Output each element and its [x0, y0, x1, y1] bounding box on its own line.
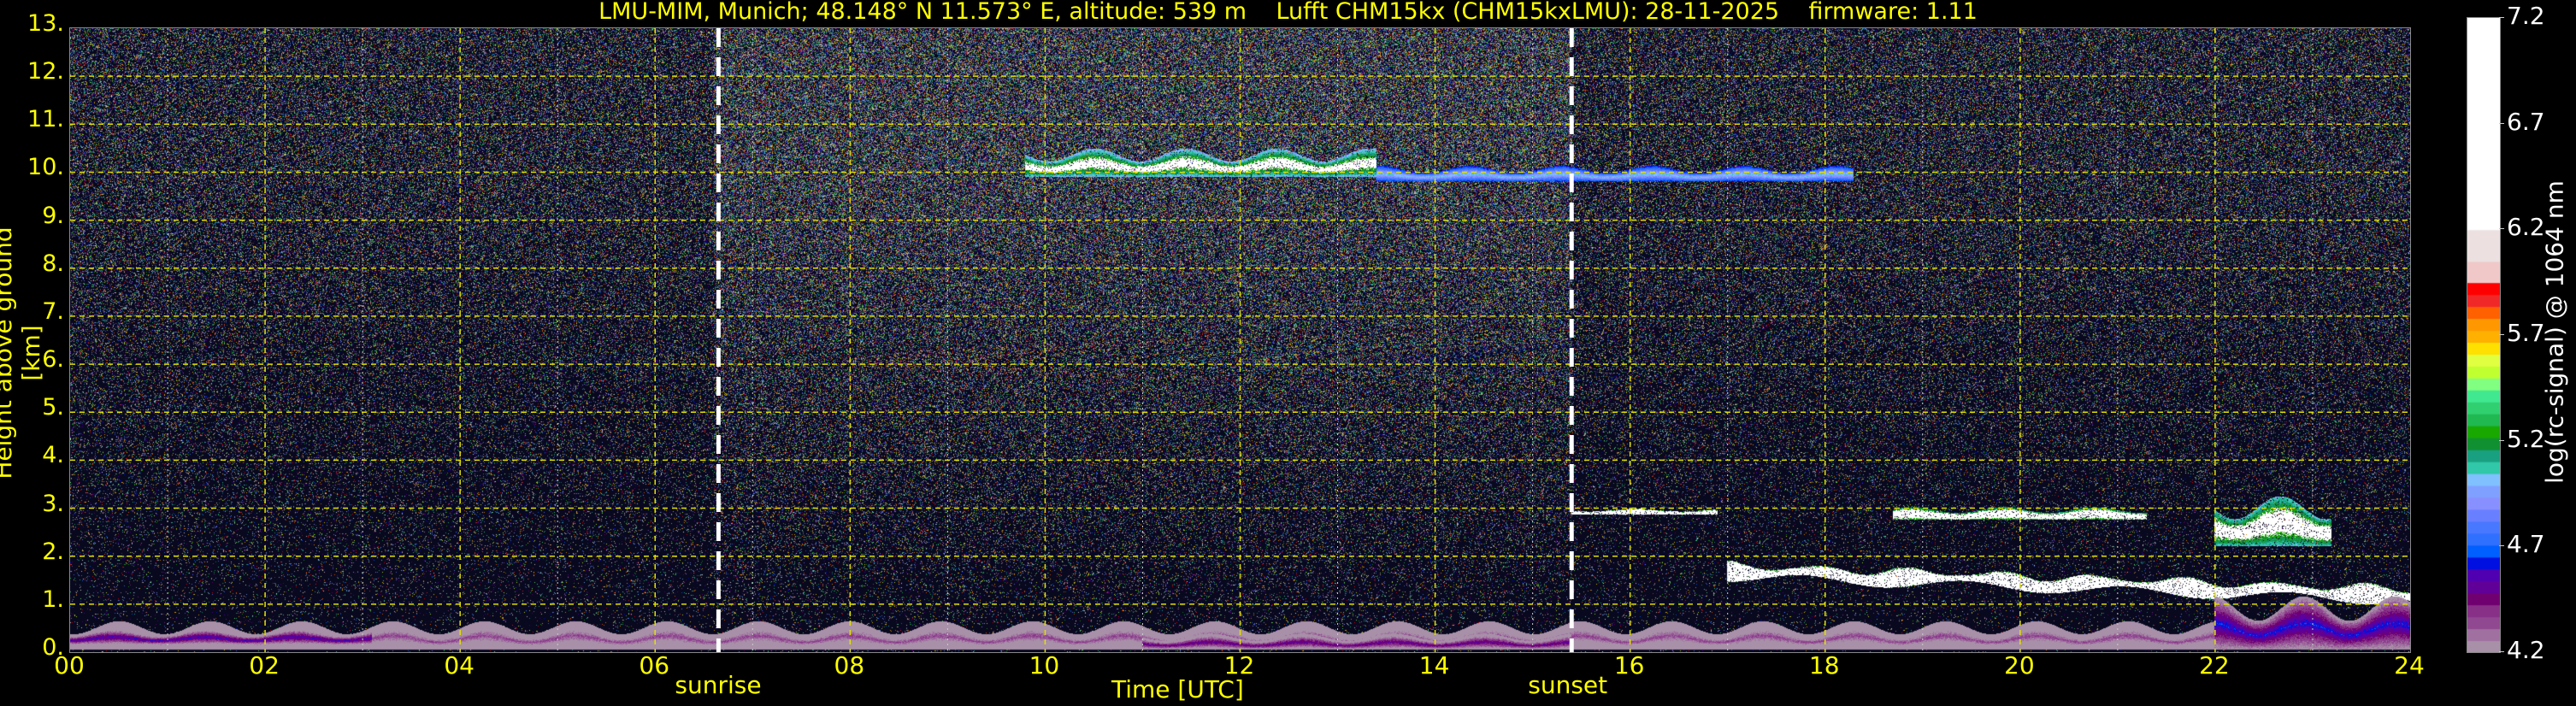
colorbar-tick-label: 6.2 [2507, 213, 2545, 242]
colorbar-tick-mark [2499, 439, 2504, 441]
sunrise-label: sunrise [675, 671, 762, 699]
y-tick-label: 2. [42, 538, 64, 565]
x-tick-label: 06 [639, 651, 670, 680]
colorbar-tick-mark [2499, 17, 2504, 18]
colorbar-tick-label: 6.7 [2507, 107, 2545, 136]
y-tick-label: 12. [27, 58, 64, 85]
colorbar-tick-label: 5.7 [2507, 319, 2545, 347]
x-tick-label: 10 [1029, 651, 1060, 680]
y-tick-label: 10. [27, 154, 64, 181]
sunset-label: sunset [1528, 671, 1608, 699]
plot-area [69, 27, 2411, 653]
colorbar-tick-mark [2499, 545, 2504, 547]
x-tick-label: 24 [2394, 651, 2425, 680]
x-tick-label: 08 [834, 651, 865, 680]
x-axis-label: Time [UTC] [1111, 675, 1244, 703]
x-tick-label: 16 [1613, 651, 1645, 680]
colorbar-tick-label: 4.2 [2507, 636, 2545, 664]
y-axis-label: Height above ground [km] [0, 227, 45, 479]
colorbar-label: log(rc-signal) @ 1064 nm [2540, 180, 2569, 484]
x-tick-label: 22 [2199, 651, 2230, 680]
chart-title: LMU-MIM, Munich; 48.148° N 11.573° E, al… [598, 0, 1978, 25]
x-tick-label: 04 [444, 651, 475, 680]
x-tick-label: 02 [249, 651, 280, 680]
y-tick-label: 1. [42, 585, 64, 613]
x-tick-label: 14 [1418, 651, 1450, 680]
colorbar-tick-mark [2499, 334, 2504, 335]
x-tick-label: 20 [2004, 651, 2035, 680]
colorbar-tick-mark [2499, 228, 2504, 230]
colorbar-tick-mark [2499, 122, 2504, 124]
colorbar-tick-label: 5.2 [2507, 424, 2545, 453]
grid-overlay [70, 28, 2410, 652]
colorbar [2467, 17, 2501, 653]
y-tick-label: 13. [27, 10, 64, 37]
y-tick-label: 11. [27, 106, 64, 133]
x-tick-label: 00 [54, 651, 85, 680]
colorbar-tick-label: 7.2 [2507, 2, 2545, 30]
x-tick-label: 18 [1808, 651, 1840, 680]
colorbar-tick-mark [2499, 651, 2504, 652]
colorbar-tick-label: 4.7 [2507, 530, 2545, 559]
